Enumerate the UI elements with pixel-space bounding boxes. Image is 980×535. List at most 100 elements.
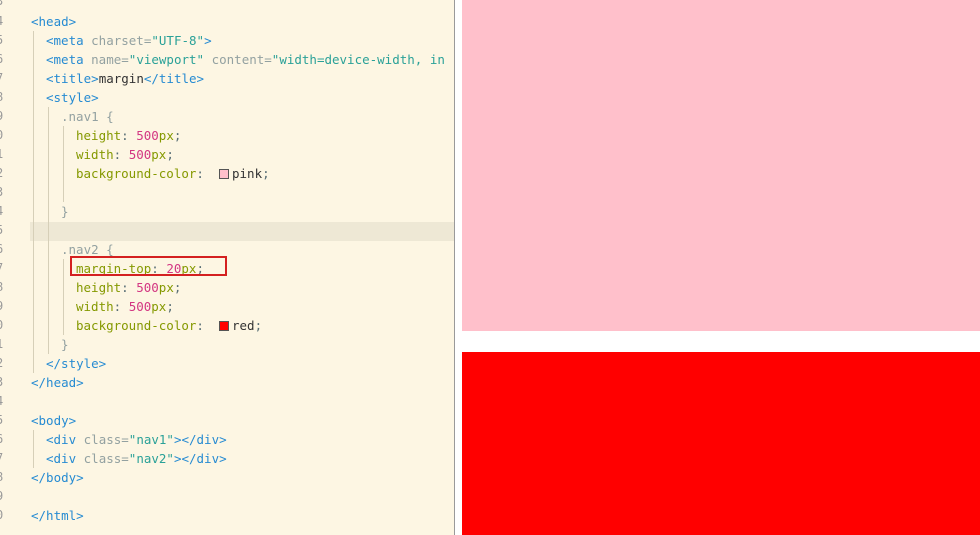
line-number: 3 [0, 373, 8, 392]
indent-guide-body [33, 430, 34, 468]
current-line-highlight [30, 222, 454, 241]
code-line[interactable]: </head> [31, 373, 84, 392]
code-token: px [151, 299, 167, 314]
code-line[interactable]: height: 500px; [76, 126, 181, 145]
color-swatch-icon [219, 321, 229, 331]
indent-guide-style [48, 107, 49, 354]
margin-top-highlight-box [70, 256, 227, 276]
line-number: 3 [0, 0, 8, 11]
code-token: class= [83, 432, 129, 447]
line-number: 6 [0, 240, 8, 259]
code-token: class= [83, 451, 129, 466]
code-line[interactable]: </body> [31, 468, 84, 487]
code-line[interactable]: <div class="nav1"></div> [46, 430, 227, 449]
code-line[interactable]: <meta charset="UTF-8"> [46, 31, 212, 50]
line-number: 6 [0, 430, 8, 449]
code-line[interactable]: } [61, 335, 69, 354]
code-line[interactable]: <head> [31, 12, 76, 31]
code-token: </html> [31, 508, 84, 523]
code-token: : [196, 166, 219, 181]
code-line[interactable]: background-color: red; [76, 316, 262, 335]
line-number: 9 [0, 107, 8, 126]
code-token: "width=device-width, in [271, 52, 445, 67]
code-line[interactable]: <div class="nav2"></div> [46, 449, 227, 468]
code-line[interactable]: background-color: pink; [76, 164, 270, 183]
indent-guide-nav2 [63, 259, 64, 335]
code-token: ; [173, 128, 182, 143]
indent-guide-head [33, 31, 34, 373]
code-token: <style> [46, 90, 99, 105]
line-number: 9 [0, 487, 8, 506]
code-token: content= [204, 52, 272, 67]
code-token: ; [262, 166, 270, 181]
line-number: 8 [0, 88, 8, 107]
code-token: <meta [46, 52, 92, 67]
code-token: height [76, 128, 122, 143]
line-number: 8 [0, 278, 8, 297]
code-token: ></div> [173, 432, 227, 447]
indent-guide-nav1 [63, 126, 64, 202]
browser-preview-panel [455, 0, 980, 535]
code-line[interactable]: .nav1 { [61, 107, 114, 126]
code-token: "nav1" [128, 432, 174, 447]
code-line[interactable]: width: 500px; [76, 297, 174, 316]
line-number: 0 [0, 506, 8, 525]
line-number: 7 [0, 449, 8, 468]
code-token: } [61, 337, 69, 352]
code-token: <body> [31, 413, 77, 428]
code-token: <head> [31, 14, 77, 29]
code-editor-panel[interactable]: 34<head>5<meta charset="UTF-8">6<meta na… [0, 0, 454, 535]
code-token: background-color [76, 318, 197, 333]
code-token: 500 [128, 299, 152, 314]
code-token: <div [46, 432, 84, 447]
line-number: 1 [0, 335, 8, 354]
line-number: 2 [0, 354, 8, 373]
code-token: red [232, 318, 255, 333]
code-line[interactable]: height: 500px; [76, 278, 181, 297]
line-number: 7 [0, 259, 8, 278]
line-number: 6 [0, 50, 8, 69]
line-number: 0 [0, 126, 8, 145]
code-token: </head> [31, 375, 84, 390]
code-token: <div [46, 451, 84, 466]
line-number: 9 [0, 297, 8, 316]
code-token: </style> [46, 356, 107, 371]
code-token: width [76, 299, 114, 314]
line-number: 5 [0, 411, 8, 430]
code-token: ; [166, 147, 174, 162]
code-line[interactable]: <style> [46, 88, 99, 107]
code-token: : [121, 280, 137, 295]
code-line[interactable]: } [61, 202, 69, 221]
line-number: 7 [0, 69, 8, 88]
code-token: <title> [46, 71, 99, 86]
line-number: 2 [0, 164, 8, 183]
code-token: 500 [128, 147, 152, 162]
code-token: </body> [31, 470, 84, 485]
code-line[interactable]: </html> [31, 506, 84, 525]
nav1-preview-box [462, 0, 980, 331]
code-token: : [113, 299, 129, 314]
code-line[interactable]: <meta name="viewport" content="width=dev… [46, 50, 445, 69]
color-swatch-icon [219, 169, 229, 179]
code-token: .nav2 { [61, 242, 114, 257]
code-token: name= [91, 52, 129, 67]
line-number: 4 [0, 202, 8, 221]
code-token: height [76, 280, 122, 295]
code-token: width [76, 147, 114, 162]
code-token: 500 [136, 128, 159, 143]
code-line[interactable]: </style> [46, 354, 106, 373]
code-token: : [113, 147, 129, 162]
code-token: ; [254, 318, 263, 333]
code-token: > [204, 33, 212, 48]
code-token: "viewport" [128, 52, 205, 67]
code-token: </title> [143, 71, 205, 86]
line-number: 8 [0, 468, 8, 487]
code-line[interactable]: <body> [31, 411, 76, 430]
line-number: 4 [0, 12, 8, 31]
nav2-preview-box [462, 352, 980, 535]
code-token: charset= [91, 33, 152, 48]
code-token: ; [166, 299, 174, 314]
line-number: 1 [0, 145, 8, 164]
code-line[interactable]: width: 500px; [76, 145, 174, 164]
code-line[interactable]: <title>margin</title> [46, 69, 204, 88]
